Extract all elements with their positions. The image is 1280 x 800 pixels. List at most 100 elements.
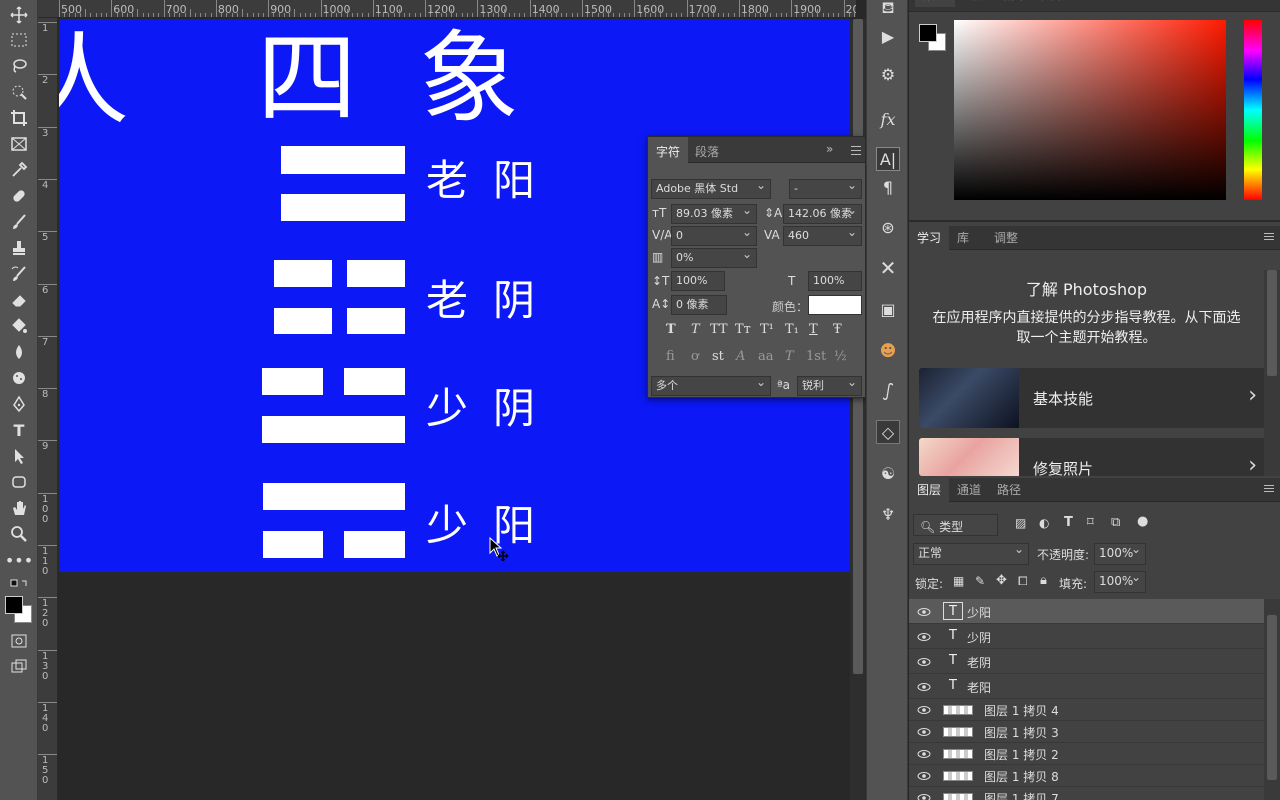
antialias-select[interactable]: 锐利	[797, 376, 862, 396]
screen-mode-icon[interactable]	[7, 656, 31, 678]
filter-pixel-icon[interactable]: ▨	[1015, 516, 1026, 530]
layer-row[interactable]: 图层 1 拷贝 3	[909, 721, 1264, 743]
filter-smart-object-icon[interactable]: ⧉	[1111, 515, 1120, 530]
font-style-select[interactable]: -	[789, 179, 862, 199]
image-panel-icon[interactable]: ▣	[876, 297, 900, 321]
layer-row[interactable]: T 少阳	[909, 599, 1264, 624]
sponge-tool-icon[interactable]	[7, 367, 31, 389]
baseline-shift-field[interactable]: 0 像素	[671, 295, 727, 315]
layers-panel-menu-icon[interactable]	[1264, 485, 1274, 495]
layer-row[interactable]: 图层 1 拷贝 8	[909, 765, 1264, 787]
leading-field[interactable]: 142.06 像素	[783, 204, 862, 224]
tab-character[interactable]: 字符	[656, 143, 680, 160]
visibility-eye-icon[interactable]	[917, 656, 931, 668]
paint-bucket-tool-icon[interactable]	[7, 315, 31, 337]
tab-swatches[interactable]: 色板	[951, 0, 991, 7]
lock-all-icon[interactable]: 🔒︎	[1040, 573, 1047, 588]
layer-row[interactable]: T 少阴	[909, 624, 1264, 649]
quick-selection-tool-icon[interactable]	[7, 81, 31, 103]
visibility-eye-icon[interactable]	[917, 792, 931, 800]
move-tool-icon[interactable]	[7, 4, 31, 26]
lock-artboard-icon[interactable]: ⧠	[1018, 574, 1028, 589]
swap-colors-icon[interactable]	[7, 575, 31, 597]
more-tools-icon[interactable]: •••	[5, 549, 33, 571]
learn-card-basic-skills[interactable]: 基本技能 ›	[919, 368, 1269, 428]
visibility-eye-icon[interactable]	[917, 606, 931, 618]
brush-panel-icon[interactable]: ♆	[876, 502, 900, 526]
visibility-eye-icon[interactable]	[917, 748, 931, 760]
font-family-select[interactable]: Adobe 黑体 Std	[651, 179, 771, 199]
visibility-eye-icon[interactable]	[917, 681, 931, 693]
visibility-eye-icon[interactable]	[917, 704, 931, 716]
layer-row[interactable]: T 老阳	[909, 674, 1264, 699]
color-field[interactable]	[954, 20, 1226, 200]
panel-menu-icon[interactable]	[851, 146, 861, 155]
opacity-field[interactable]: 100%	[1094, 543, 1146, 565]
fill-field[interactable]: 100%	[1094, 571, 1146, 593]
lock-image-icon[interactable]: ✎	[975, 574, 985, 588]
titling-alternates-button[interactable]: T	[785, 349, 794, 364]
filter-shape-icon[interactable]: ⌑	[1087, 515, 1094, 530]
foreground-color-swatch[interactable]	[5, 596, 23, 614]
lasso-tool-icon[interactable]	[7, 55, 31, 77]
channels-icon[interactable]: ⊛	[876, 215, 900, 239]
play-actions-icon[interactable]: ▶	[876, 24, 900, 48]
blur-tool-icon[interactable]	[7, 341, 31, 363]
filter-adjustment-icon[interactable]: ◐	[1039, 516, 1049, 530]
ordinals-button[interactable]: 1st	[806, 349, 826, 364]
discretionary-ligatures-button[interactable]: st	[712, 349, 724, 364]
stylistic-alternates-button[interactable]: aa	[758, 349, 774, 364]
font-size-field[interactable]: 89.03 像素	[671, 204, 757, 224]
visibility-eye-icon[interactable]	[917, 770, 931, 782]
tab-patterns[interactable]: 图案	[1033, 0, 1073, 7]
text-color-swatch[interactable]	[808, 295, 862, 315]
history-brush-tool-icon[interactable]	[7, 263, 31, 285]
paragraph-panel-icon[interactable]: ¶	[876, 175, 900, 199]
eraser-tool-icon[interactable]	[7, 289, 31, 311]
layer-row[interactable]: 图层 1 拷贝 4	[909, 699, 1264, 721]
faux-italic-button[interactable]: T	[691, 322, 700, 337]
path-selection-tool-icon[interactable]	[7, 445, 31, 467]
learn-scrollbar-thumb[interactable]	[1267, 270, 1277, 376]
strikethrough-button[interactable]: Ŧ	[833, 322, 842, 337]
tab-channels[interactable]: 通道	[949, 478, 989, 502]
yin-yang-icon[interactable]: ☯	[876, 461, 900, 485]
fg-color-chip[interactable]	[919, 24, 937, 42]
filter-toggle-icon[interactable]: ●	[1137, 514, 1148, 529]
brush-tool-icon[interactable]	[7, 211, 31, 233]
layer-row[interactable]: 图层 1 拷贝 7	[909, 787, 1264, 800]
hand-tool-icon[interactable]	[7, 497, 31, 519]
fractions-button[interactable]: ½	[834, 349, 847, 364]
layer-row[interactable]: T 老阴	[909, 649, 1264, 674]
lock-transparent-icon[interactable]: ▦	[953, 574, 964, 588]
clone-stamp-tool-icon[interactable]	[7, 237, 31, 259]
swash-button[interactable]: A	[736, 349, 745, 364]
quick-mask-icon[interactable]	[7, 630, 31, 652]
old-style-button[interactable]: ơ	[691, 349, 699, 364]
kerning-field[interactable]: 0	[671, 226, 757, 246]
swirl-plugin-icon[interactable]: ഽ	[876, 379, 900, 403]
small-caps-button[interactable]: Tт	[735, 322, 751, 337]
tab-adjustments[interactable]: 调整	[986, 226, 1026, 250]
monkey-plugin-icon[interactable]: ☻	[876, 338, 900, 362]
crop-tool-icon[interactable]	[7, 107, 31, 129]
tab-libraries[interactable]: 库	[949, 226, 977, 250]
eyedropper-tool-icon[interactable]	[7, 159, 31, 181]
subscript-button[interactable]: T₁	[785, 322, 799, 337]
properties-icon[interactable]: ⚙	[876, 62, 900, 86]
tab-layers[interactable]: 图层	[909, 478, 950, 502]
underline-button[interactable]: T	[809, 322, 818, 337]
marquee-tool-icon[interactable]	[7, 29, 31, 51]
fx-styles-icon[interactable]: fx	[876, 107, 900, 131]
hue-slider[interactable]	[1244, 20, 1262, 200]
horizontal-scale-field[interactable]: 100%	[808, 271, 862, 291]
tools-cross-icon[interactable]: ✕	[876, 256, 900, 280]
visibility-eye-icon[interactable]	[917, 631, 931, 643]
type-tool-icon[interactable]: T	[7, 419, 31, 441]
all-caps-button[interactable]: TT	[710, 322, 728, 337]
zoom-tool-icon[interactable]	[7, 523, 31, 545]
frame-tool-icon[interactable]	[7, 133, 31, 155]
healing-brush-tool-icon[interactable]	[7, 185, 31, 207]
language-select[interactable]: 多个	[651, 376, 771, 396]
layer-filter-select[interactable]: 🔍︎ 类型	[913, 514, 998, 536]
